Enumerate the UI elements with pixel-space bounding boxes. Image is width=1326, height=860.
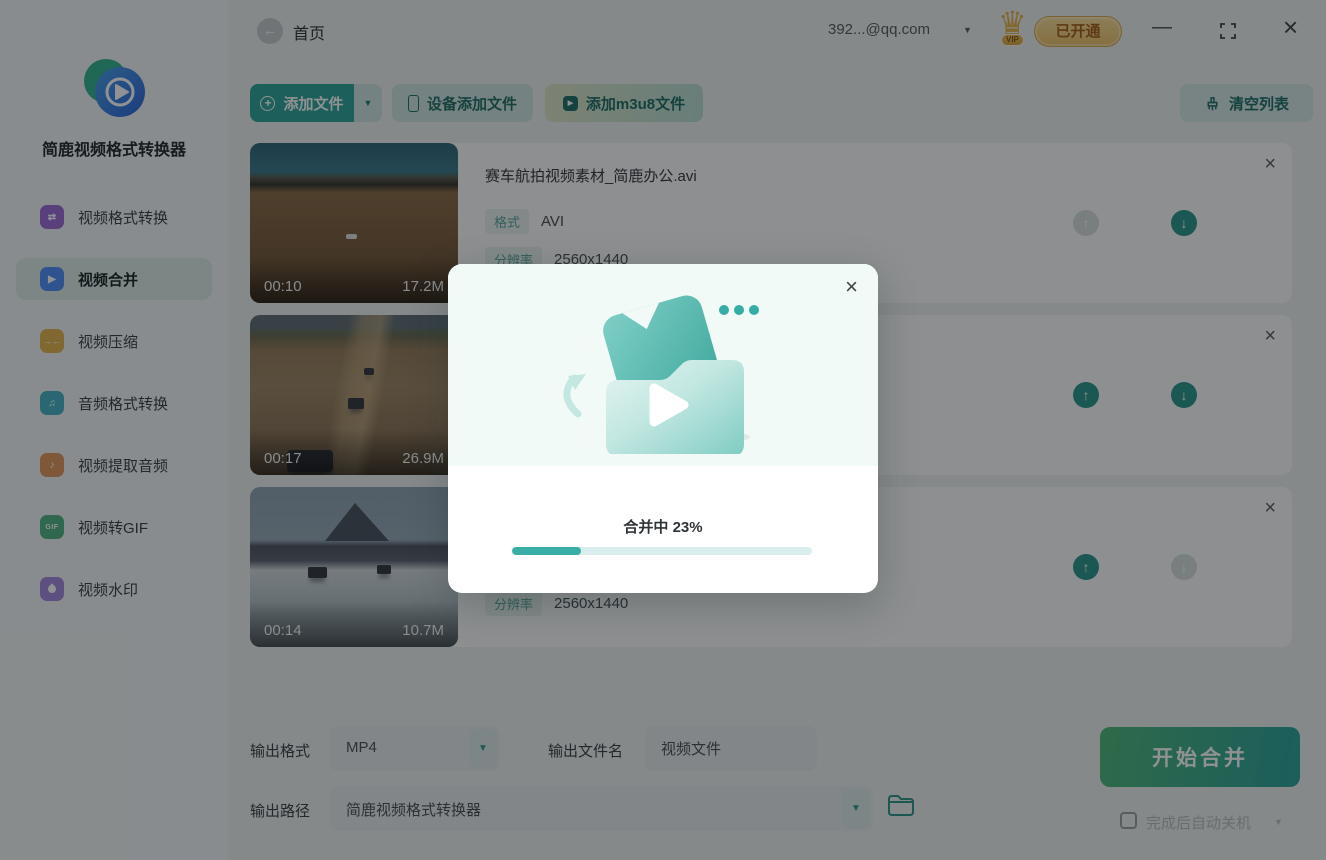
merge-progress-fill	[512, 547, 581, 555]
dialog-close-button[interactable]: ×	[845, 274, 858, 300]
merge-progress-dialog: × 合并中 23%	[448, 264, 878, 593]
merge-status-text: 合并中 23%	[448, 516, 878, 537]
merge-progress-bar	[512, 547, 812, 555]
merge-percent: 23%	[672, 519, 703, 536]
merge-status-prefix: 合并中	[623, 519, 669, 536]
folder-play-illustration	[563, 295, 759, 454]
dialog-illustration-area	[448, 264, 878, 466]
